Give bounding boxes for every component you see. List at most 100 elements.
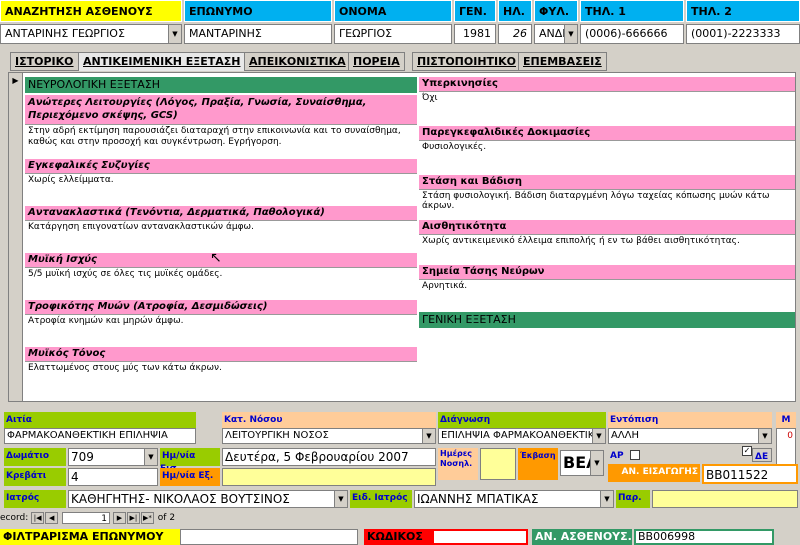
tab-strip: ΙΣΤΟΡΙΚΟ ΑΝΤΙΚΕΙΜΕΝΙΚΗ ΕΞΕΤΑΣΗ ΑΠΕΙΚΟΝΙΣ…	[0, 52, 800, 72]
disease-cat-value: ΛΕΙΤΟΥΡΓΙΚΗ ΝΟΣΟΣ	[225, 430, 329, 441]
muscle-tone-label: Μυϊκός Τόνος	[25, 347, 417, 362]
spec-doctor-value: ΙΩΑΝΝΗΣ ΜΠΑΤΙΚΑΣ	[417, 492, 539, 506]
record-count: of 2	[157, 513, 176, 523]
age-label: ΗΛ.	[498, 0, 532, 22]
tab-procedures[interactable]: ΕΠΕΜΒΑΣΕΙΣ	[518, 52, 607, 71]
tab-imaging[interactable]: ΑΠΕΙΚΟΝΙΣΤΙΚΑ	[244, 52, 351, 71]
chevron-down-icon[interactable]: ▼	[592, 429, 605, 443]
cause-label-bar: Αιτία	[4, 412, 196, 428]
chevron-down-icon[interactable]: ▼	[564, 25, 577, 43]
par-label-bar: Παρ.	[616, 490, 650, 508]
m-label: Μ	[781, 415, 791, 425]
exit-date-label: Ημ/νία Εξ.	[162, 471, 214, 481]
chevron-down-icon[interactable]: ▼	[422, 429, 435, 443]
tab-objective-exam[interactable]: ΑΝΤΙΚΕΙΜΕΝΙΚΗ ΕΞΕΤΑΣΗ	[78, 52, 246, 71]
room-label: Δωμάτιο	[6, 451, 50, 461]
par-label: Παρ.	[618, 493, 642, 503]
muscle-trophism-text[interactable]: Ατροφία κνημών και μηρών άμφω.	[25, 315, 417, 347]
higher-functions-label: Ανώτερες Λειτουργίες (Λόγος, Πραξία, Γνω…	[25, 95, 417, 125]
phone1-label: ΤΗΛ. 1	[580, 0, 684, 22]
par-field[interactable]	[652, 490, 798, 508]
hosp-days-label-bar: Ημέρες Νοσηλ.	[438, 448, 478, 480]
general-exam-text[interactable]	[419, 328, 795, 386]
location-label: Εντόπιση	[610, 415, 659, 425]
exit-date-label-bar: Ημ/νία Εξ.	[160, 468, 220, 486]
reflexes-text[interactable]: Κατάργηση επιγονατίων αντανακλαστικών άμ…	[25, 221, 417, 253]
nerve-tension-label: Σημεία Τάσης Νεύρων	[419, 265, 795, 280]
admit-date-field[interactable]: Δευτέρα, 5 Φεβρουαρίου 2007	[222, 448, 436, 466]
surname-field[interactable]: ΜΑΝΤΑΡΙΝΗΣ	[184, 24, 332, 44]
bed-field[interactable]: 4	[68, 468, 158, 486]
patient-no-field[interactable]: ΒΒ006998	[634, 529, 774, 545]
age-field[interactable]: 26	[498, 24, 532, 44]
muscle-strength-text[interactable]: 5/5 μυϊκή ισχύς σε όλες τις μυϊκές ομάδε…	[25, 268, 417, 300]
tab-history[interactable]: ΙΣΤΟΡΙΚΟ	[10, 52, 79, 71]
doctor-label-bar: Ιατρός	[4, 490, 66, 508]
sex-combo[interactable]: ΑΝΔΙ ▼	[534, 24, 578, 44]
chevron-down-icon[interactable]: ▼	[590, 451, 603, 475]
chevron-down-icon[interactable]: ▼	[168, 25, 181, 43]
birth-field[interactable]: 1981	[454, 24, 496, 44]
hyperkinesias-label: Υπερκινησίες	[419, 77, 795, 92]
cranial-nerves-text[interactable]: Χωρίς ελλείμματα.	[25, 174, 417, 206]
hyperkinesias-text[interactable]: Όχι	[419, 92, 795, 126]
room-value: 709	[71, 450, 94, 464]
first-record-icon[interactable]: |◀	[31, 512, 45, 524]
cranial-nerves-label: Εγκεφαλικές Συζυγίες	[25, 159, 417, 174]
hosp-days-field[interactable]	[480, 448, 516, 480]
spec-doctor-label: Ειδ. Ιατρός	[352, 493, 408, 503]
de-label: ΔΕ	[755, 452, 769, 462]
prev-record-icon[interactable]: ◀	[45, 512, 59, 524]
spec-doctor-combo[interactable]: ΙΩΑΝΝΗΣ ΜΠΑΤΙΚΑΣ ▼	[414, 490, 614, 508]
room-combo[interactable]: 709 ▼	[68, 448, 158, 466]
higher-functions-text[interactable]: Στην αδρή εκτίμηση παρουσιάζει διαταραχή…	[25, 125, 417, 157]
patient-no-label: ΑΝ. ΑΣΘΕΝΟΥΣ.	[532, 529, 632, 545]
outcome-combo[interactable]: ΒΕΛ ▼	[560, 450, 604, 476]
exam-panel: ▶ ΝΕΥΡΟΛΟΓΙΚΗ ΕΞΕΤΑΣΗ Ανώτερες Λειτουργί…	[8, 72, 796, 402]
filter-label: ΦΙΛΤΡΑΡΙΣΜΑ ΕΠΩΝΥΜΟΥ	[0, 529, 180, 545]
code-input[interactable]	[432, 529, 528, 545]
location-value: ΑΛΛΗ	[611, 430, 640, 441]
stance-gait-text[interactable]: Στάση φυσιολογική. Βάδιση διαταργμένη λό…	[419, 190, 795, 220]
general-exam-title: ΓΕΝΙΚΗ ΕΞΕΤΑΣΗ	[419, 312, 795, 328]
phone2-field[interactable]: (0001)-2223333	[686, 24, 800, 44]
m-label-bar: Μ	[776, 412, 796, 428]
cause-field[interactable]: ΦΑΡΜΑΚΟΑΝΘΕΚΤΙΚΗ ΕΠΙΛΗΨΙΑ	[4, 428, 196, 444]
next-record-icon[interactable]: ▶	[112, 512, 126, 524]
name-label: ΟΝΟΜΑ	[334, 0, 452, 22]
sensation-text[interactable]: Χωρίς αντικειμενικό έλλειμα επιπολής ή ε…	[419, 235, 795, 265]
search-patient-value: ΑΝΤΑΡΙΝΗΣ ΓΕΩΡΓΙΟΣ	[5, 27, 125, 40]
record-navigator: ecord: |◀ ◀ 1 ▶ ▶| ▶* of 2	[0, 512, 200, 526]
disease-cat-combo[interactable]: ΛΕΙΤΟΥΡΓΙΚΗ ΝΟΣΟΣ ▼	[222, 428, 436, 444]
name-field[interactable]: ΓΕΩΡΓΙΟΣ	[334, 24, 452, 44]
phone1-field[interactable]: (0006)-666666	[580, 24, 684, 44]
record-number-field[interactable]: 1	[62, 512, 111, 524]
admit-no-field[interactable]: ΒΒ011522	[702, 464, 798, 484]
tab-certificate[interactable]: ΠΙΣΤΟΠΟΙΗΤΙΚΟ	[412, 52, 521, 71]
last-record-icon[interactable]: ▶|	[126, 512, 140, 524]
exit-date-field[interactable]	[222, 468, 436, 486]
nerve-tension-text[interactable]: Αρνητικά.	[419, 280, 795, 310]
filter-input[interactable]	[180, 529, 358, 545]
record-selector[interactable]: ▶	[9, 73, 23, 401]
diagnosis-label-bar: Διάγνωση	[438, 412, 606, 428]
tab-progress[interactable]: ΠΟΡΕΙΑ	[348, 52, 405, 71]
search-patient-combo[interactable]: ΑΝΤΑΡΙΝΗΣ ΓΕΩΡΓΙΟΣ ▼	[0, 24, 182, 44]
chevron-down-icon[interactable]: ▼	[334, 491, 347, 507]
chevron-down-icon[interactable]: ▼	[600, 491, 613, 507]
muscle-tone-text[interactable]: Ελαττωμένος στους μύς των κάτω άκρων.	[25, 362, 417, 390]
location-combo[interactable]: ΑΛΛΗ ▼	[608, 428, 772, 444]
new-record-icon[interactable]: ▶*	[140, 512, 154, 524]
hosp-days-label: Ημέρες Νοσηλ.	[440, 449, 473, 468]
chevron-down-icon[interactable]: ▼	[758, 429, 771, 443]
neuro-exam-title: ΝΕΥΡΟΛΟΓΙΚΗ ΕΞΕΤΑΣΗ	[25, 77, 417, 93]
cerebellar-tests-text[interactable]: Φυσιολογικές.	[419, 141, 795, 175]
diagnosis-combo[interactable]: ΕΠΙΛΗΨΙΑ ΦΑΡΜΑΚΟΑΝΘΕΚΤΙΚΗ ▼	[438, 428, 606, 444]
room-label-bar: Δωμάτιο	[4, 448, 66, 466]
ar-checkbox[interactable]	[630, 450, 640, 460]
bed-label-bar: Κρεβάτι	[4, 468, 66, 486]
de-checkbox[interactable]: ✓	[742, 446, 752, 456]
chevron-down-icon[interactable]: ▼	[144, 449, 157, 465]
doctor-combo[interactable]: ΚΑΘΗΓΗΤΗΣ- ΝΙΚΟΛΑΟΣ ΒΟΥΤΣΙΝΟΣ ▼	[68, 490, 348, 508]
diagnosis-value: ΕΠΙΛΗΨΙΑ ΦΑΡΜΑΚΟΑΝΘΕΚΤΙΚΗ	[441, 430, 602, 441]
